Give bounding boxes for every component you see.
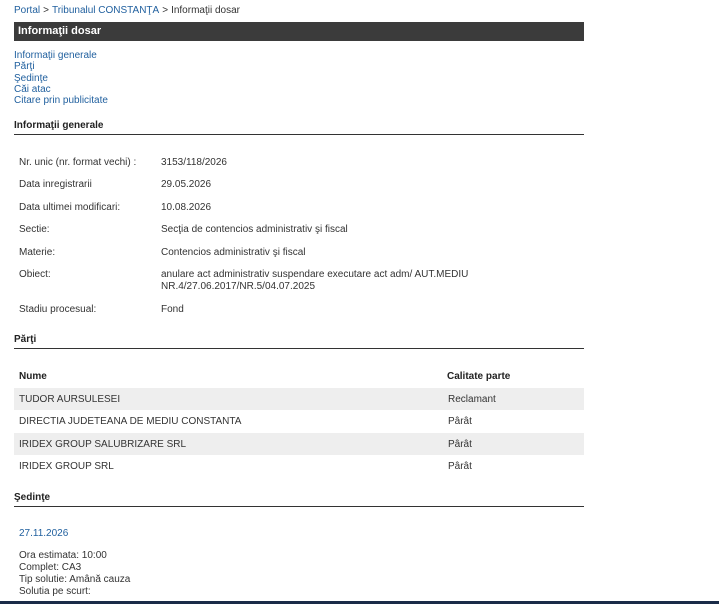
info-label: Materie: [19, 247, 56, 258]
table-row: IRIDEX GROUP SALUBRIZARE SRL Pârât [14, 433, 584, 455]
info-label: Sectie: [19, 224, 50, 235]
breadcrumb-portal-link[interactable]: Portal [14, 5, 40, 16]
sedinta-ora: Ora estimata: 10:00 [19, 550, 107, 561]
party-role: Reclamant [448, 394, 496, 405]
info-label: Data ultimei modificari: [19, 202, 121, 213]
info-value-line: anulare act administrativ suspendare exe… [161, 269, 469, 280]
party-role: Pârât [448, 461, 472, 472]
info-label: Data inregistrarii [19, 179, 92, 190]
info-value: Contencios administrativ şi fiscal [161, 247, 306, 258]
party-role: Pârât [448, 439, 472, 450]
column-header-nume: Nume [19, 371, 47, 382]
info-value-line: NR.4/27.06.2017/NR.5/04.07.2025 [161, 281, 315, 292]
table-row: IRIDEX GROUP SRL Pârât [14, 455, 584, 477]
party-name: IRIDEX GROUP SRL [19, 461, 114, 472]
party-name: TUDOR AURSULESEI [19, 394, 121, 405]
sedinta-tip-solutie: Tip solutie: Amână cauza [19, 574, 131, 585]
party-name: IRIDEX GROUP SALUBRIZARE SRL [19, 439, 187, 450]
nav-link-citare-publicitate[interactable]: Citare prin publicitate [14, 95, 108, 106]
info-value: 29.05.2026 [161, 179, 212, 190]
breadcrumb-current: Informaţii dosar [171, 5, 240, 16]
info-value: anulare act administrativ suspendare exe… [161, 269, 491, 293]
info-value: 10.08.2026 [161, 202, 212, 213]
sedinte-heading: Şedinţe [14, 492, 584, 507]
column-header-calitate: Calitate parte [447, 371, 511, 382]
sedinta-solutie-scurt: Solutia pe scurt: [19, 586, 91, 597]
party-name: DIRECTIA JUDETEANA DE MEDIU CONSTANTA [19, 416, 242, 427]
nav-link-parti[interactable]: Părţi [14, 61, 108, 72]
nav-link-cai-atac[interactable]: Căi atac [14, 84, 108, 95]
info-label: Stadiu procesual: [19, 304, 97, 315]
breadcrumb-separator: > [43, 5, 49, 16]
parti-heading: Părţi [14, 334, 584, 349]
party-role: Pârât [448, 416, 472, 427]
breadcrumb-separator: > [162, 5, 169, 16]
breadcrumb-tribunal-link[interactable]: Tribunalul CONSTANŢA [52, 5, 159, 16]
sedinta-details: Ora estimata: 10:00 Complet: CA3 Tip sol… [19, 550, 130, 598]
parti-table-header: Nume Calitate parte [14, 365, 584, 387]
page-title: Informaţii dosar [14, 22, 584, 41]
breadcrumb: Portal > Tribunalul CONSTANŢA > Informaţii d… [14, 5, 240, 16]
table-row: TUDOR AURSULESEI Reclamant [14, 388, 584, 410]
section-nav: Informaţii generale Părţi Şedinţe Căi at… [14, 50, 108, 106]
table-row: DIRECTIA JUDETEANA DE MEDIU CONSTANTA Pâ… [14, 410, 584, 432]
info-value: 3153/118/2026 [161, 157, 227, 168]
nav-link-sedinte[interactable]: Şedinţe [14, 73, 108, 84]
info-value: Secţia de contencios administrativ şi fi… [161, 224, 348, 235]
nav-link-informatii-generale[interactable]: Informaţii generale [14, 50, 108, 61]
sedinta-complet: Complet: CA3 [19, 562, 82, 573]
info-label: Obiect: [19, 269, 51, 280]
sedinta-date-link[interactable]: 27.11.2026 [19, 528, 68, 539]
info-value: Fond [161, 304, 184, 315]
info-label: Nr. unic (nr. format vechi) : [19, 157, 137, 168]
general-heading: Informaţii generale [14, 120, 584, 135]
